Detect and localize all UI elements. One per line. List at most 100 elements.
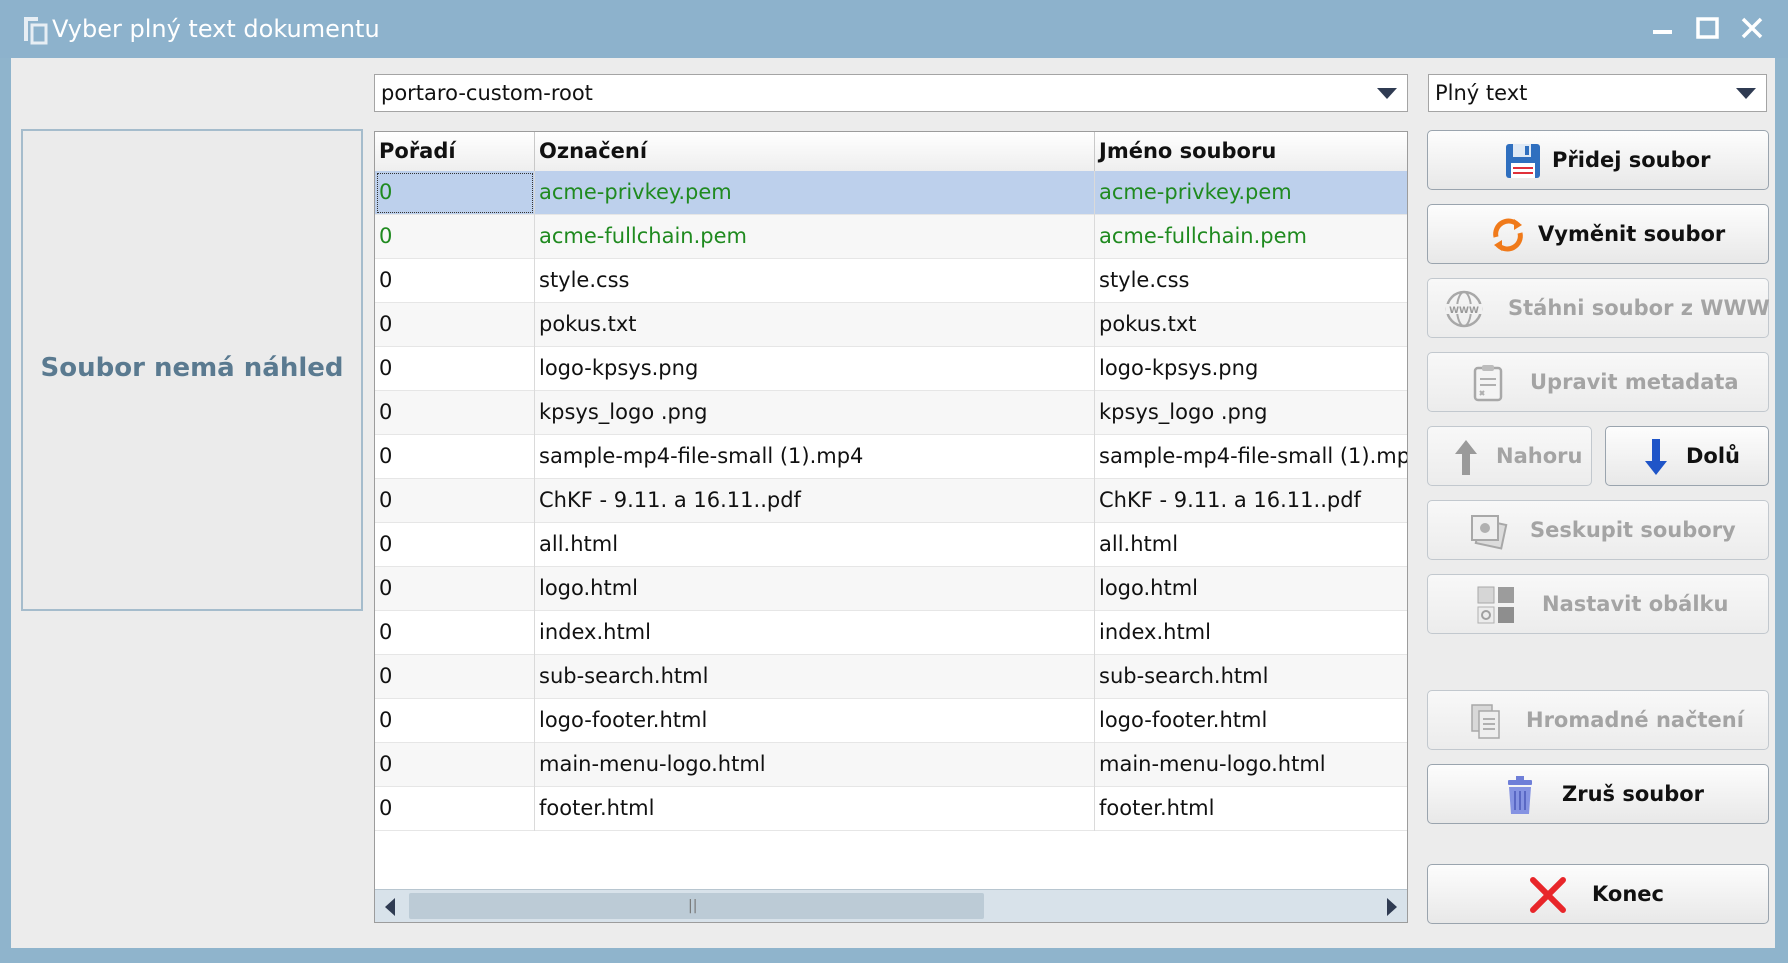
cell-label: index.html bbox=[535, 611, 1095, 655]
edit-metadata-label: Upravit metadata bbox=[1530, 370, 1739, 394]
cell-label: acme-fullchain.pem bbox=[535, 215, 1095, 259]
table-row[interactable]: 0 index.html index.html bbox=[375, 611, 1407, 655]
table-row[interactable]: 0 ChKF - 9.11. a 16.11..pdf ChKF - 9.11. a… bbox=[375, 479, 1407, 523]
move-down-label: Dolů bbox=[1686, 444, 1741, 468]
table-header: Pořadí Označení Jméno souboru bbox=[375, 132, 1407, 172]
set-cover-button[interactable]: Nastavit obálku bbox=[1427, 574, 1769, 634]
cell-label: logo.html bbox=[535, 567, 1095, 611]
red-cross-icon bbox=[1530, 877, 1566, 913]
cell-order: 0 bbox=[375, 479, 535, 523]
title-bar[interactable]: Vyber plný text dokumentu bbox=[0, 0, 1788, 58]
bulk-load-label: Hromadné načtení bbox=[1526, 708, 1744, 732]
cell-order: 0 bbox=[375, 655, 535, 699]
table-row[interactable]: 0 sample-mp4-file-small (1).mp4 sample-mp4… bbox=[375, 435, 1408, 479]
close-dialog-button[interactable]: Konec bbox=[1427, 864, 1769, 924]
cell-filename: main-menu-logo.html bbox=[1099, 752, 1326, 776]
group-files-button[interactable]: Seskupit soubory bbox=[1427, 500, 1769, 560]
table-row[interactable]: 0 sub-search.html sub-search.html bbox=[375, 655, 1407, 699]
cell-filename: footer.html bbox=[1099, 796, 1215, 820]
cell-order: 0 bbox=[375, 171, 535, 215]
cell-order: 0 bbox=[375, 435, 535, 479]
cell-order: 0 bbox=[375, 611, 535, 655]
cell-order: 0 bbox=[375, 347, 535, 391]
cell-label: logo-footer.html bbox=[535, 699, 1095, 743]
table-row[interactable]: 0 style.css style.css bbox=[375, 259, 1407, 303]
table-row[interactable]: 0 logo-footer.html logo-footer.html bbox=[375, 699, 1407, 743]
folder-select[interactable]: portaro-custom-root bbox=[374, 74, 1408, 112]
folder-select-value: portaro-custom-root bbox=[381, 81, 593, 105]
cell-filename: logo.html bbox=[1099, 576, 1199, 600]
scroll-right-icon[interactable] bbox=[1387, 898, 1397, 916]
table-row[interactable]: 0 kpsys_logo .png kpsys_logo .png bbox=[375, 391, 1407, 435]
cell-label: kpsys_logo .png bbox=[535, 391, 1095, 435]
set-cover-label: Nastavit obálku bbox=[1542, 592, 1729, 616]
column-header-filename[interactable]: Jméno souboru bbox=[1095, 132, 1407, 171]
cell-label: all.html bbox=[535, 523, 1095, 567]
cell-filename: sub-search.html bbox=[1099, 664, 1269, 688]
download-from-www-label: Stáhni soubor z WWW bbox=[1508, 296, 1770, 320]
table-row[interactable]: 0 logo.html logo.html bbox=[375, 567, 1407, 611]
table-row[interactable]: 0 all.html all.html bbox=[375, 523, 1407, 567]
scroll-left-icon[interactable] bbox=[385, 898, 395, 916]
cell-label: style.css bbox=[535, 259, 1095, 303]
cell-order: 0 bbox=[375, 699, 535, 743]
delete-file-label: Zruš soubor bbox=[1562, 782, 1705, 806]
svg-text:WWW: WWW bbox=[1449, 306, 1479, 316]
cell-label: footer.html bbox=[535, 787, 1095, 831]
cell-filename: sample-mp4-file-small (1).mp4 bbox=[1099, 444, 1408, 468]
move-up-label: Nahoru bbox=[1496, 444, 1583, 468]
cell-label: ChKF - 9.11. a 16.11..pdf bbox=[535, 479, 1095, 523]
table-row[interactable]: 0 footer.html footer.html bbox=[375, 787, 1407, 831]
image-grid-icon bbox=[1477, 586, 1514, 624]
arrow-down-icon bbox=[1645, 439, 1667, 475]
replace-file-label: Vyměnit soubor bbox=[1538, 222, 1726, 246]
cell-filename: acme-privkey.pem bbox=[1099, 180, 1292, 204]
cell-label: acme-privkey.pem bbox=[535, 171, 1095, 215]
files-table[interactable]: Pořadí Označení Jméno souboru 0 acme-priv… bbox=[374, 131, 1408, 923]
file-type-select[interactable]: Plný text bbox=[1428, 74, 1767, 112]
cell-filename: ChKF - 9.11. a 16.11..pdf bbox=[1099, 488, 1361, 512]
table-row[interactable]: 0 acme-privkey.pem acme-privkey.pem bbox=[375, 171, 1407, 215]
cell-order: 0 bbox=[375, 391, 535, 435]
table-row[interactable]: 0 pokus.txt pokus.txt bbox=[375, 303, 1407, 347]
dialog-window: Vyber plný text dokumentu Soubor nemá ná… bbox=[0, 0, 1788, 963]
delete-file-button[interactable]: Zruš soubor bbox=[1427, 764, 1769, 824]
refresh-icon bbox=[1493, 218, 1523, 252]
move-down-button[interactable]: Dolů bbox=[1605, 426, 1769, 486]
bulk-load-button[interactable]: Hromadné načtení bbox=[1427, 690, 1769, 750]
table-row[interactable]: 0 acme-fullchain.pem acme-fullchain.pem bbox=[375, 215, 1407, 259]
cell-filename: logo-kpsys.png bbox=[1099, 356, 1259, 380]
cell-label: sub-search.html bbox=[535, 655, 1095, 699]
cell-order: 0 bbox=[375, 743, 535, 787]
add-file-button[interactable]: Přidej soubor bbox=[1427, 130, 1769, 190]
group-files-label: Seskupit soubory bbox=[1530, 518, 1736, 542]
column-header-label[interactable]: Označení bbox=[535, 132, 1095, 171]
replace-file-button[interactable]: Vyměnit soubor bbox=[1427, 204, 1769, 264]
cell-filename: all.html bbox=[1099, 532, 1179, 556]
cell-label: pokus.txt bbox=[535, 303, 1095, 347]
table-row[interactable]: 0 main-menu-logo.html main-menu-logo.html bbox=[375, 743, 1407, 787]
column-header-order[interactable]: Pořadí bbox=[375, 132, 535, 171]
download-from-www-button[interactable]: WWW Stáhni soubor z WWW bbox=[1427, 278, 1770, 338]
close-icon[interactable] bbox=[1732, 12, 1772, 46]
cell-order: 0 bbox=[375, 215, 535, 259]
document-stack-icon bbox=[1471, 704, 1500, 739]
trash-bin-icon bbox=[1508, 776, 1532, 814]
add-file-label: Přidej soubor bbox=[1552, 148, 1711, 172]
cell-order: 0 bbox=[375, 303, 535, 347]
chevron-down-icon[interactable] bbox=[1736, 88, 1756, 99]
edit-metadata-button[interactable]: Upravit metadata bbox=[1427, 352, 1769, 412]
cell-label: sample-mp4-file-small (1).mp4 bbox=[535, 435, 1095, 479]
maximize-icon[interactable] bbox=[1687, 12, 1727, 46]
chevron-down-icon[interactable] bbox=[1377, 88, 1397, 99]
file-preview-panel: Soubor nemá náhled bbox=[21, 129, 363, 611]
scrollbar-grip-icon: || bbox=[688, 898, 698, 914]
close-dialog-label: Konec bbox=[1592, 882, 1664, 906]
clipboard-icon bbox=[1473, 365, 1503, 402]
cell-order: 0 bbox=[375, 567, 535, 611]
table-row[interactable]: 0 logo-kpsys.png logo-kpsys.png bbox=[375, 347, 1407, 391]
horizontal-scrollbar[interactable]: || bbox=[375, 889, 1407, 922]
minimize-icon[interactable] bbox=[1642, 12, 1682, 46]
move-up-button[interactable]: Nahoru bbox=[1427, 426, 1592, 486]
arrow-up-icon bbox=[1455, 440, 1477, 475]
